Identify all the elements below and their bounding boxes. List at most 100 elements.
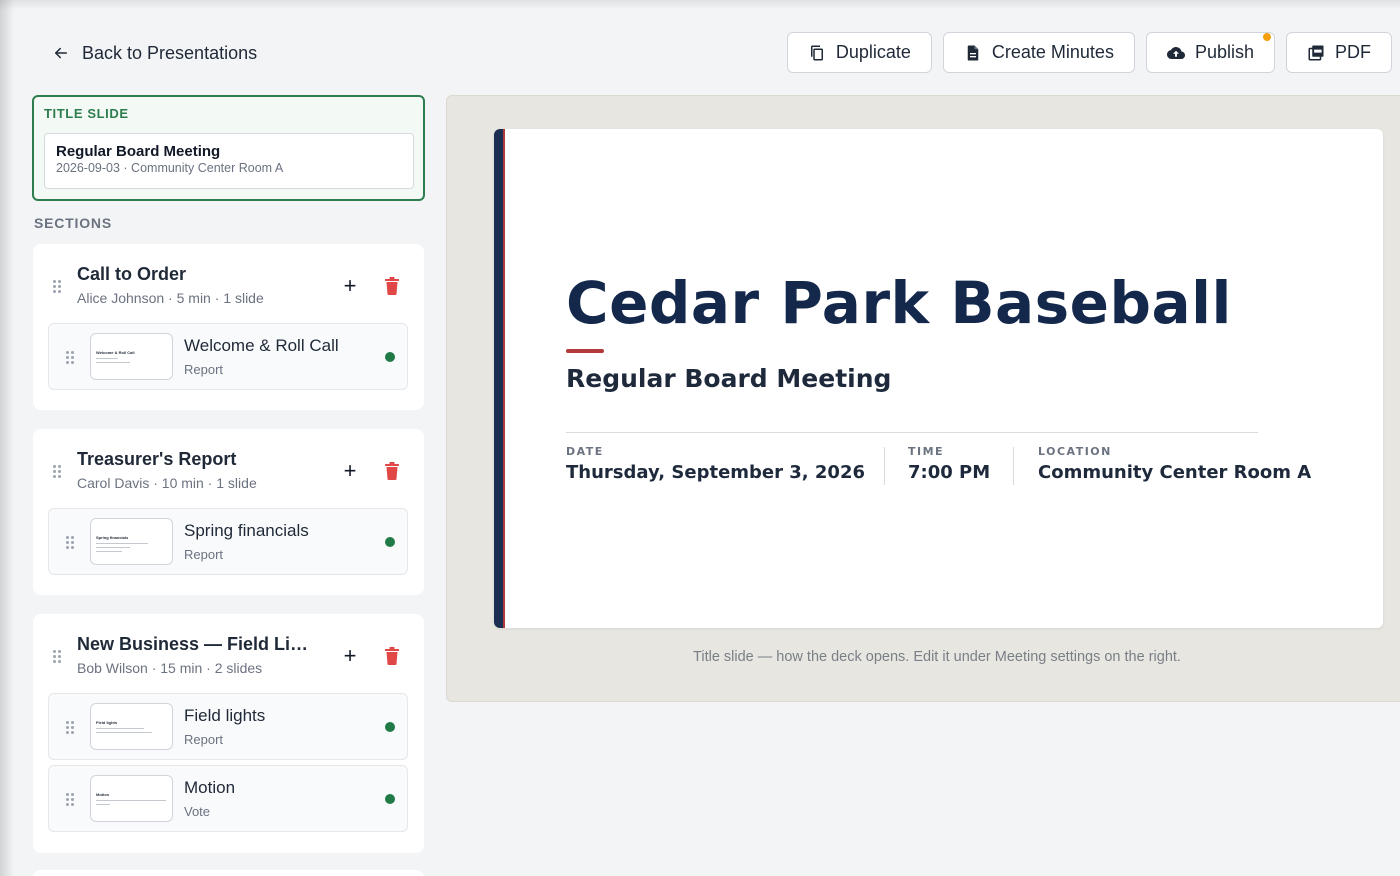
- cloud-upload-icon: [1166, 46, 1185, 59]
- drag-handle-icon[interactable]: [66, 536, 74, 549]
- title-slide-subtitle: 2026-09-03 · Community Center Room A: [56, 161, 284, 175]
- thumbnail-line: [96, 547, 130, 548]
- thumbnail-title: Spring financials: [96, 535, 129, 540]
- thumbnail-title: Welcome & Roll Call: [96, 350, 135, 355]
- slide-title: Spring financials: [184, 521, 309, 540]
- status-dot: [385, 352, 395, 362]
- publish-button[interactable]: Publish: [1145, 32, 1275, 73]
- title-slide-card[interactable]: TITLE SLIDE Regular Board Meeting 2026-0…: [32, 95, 425, 201]
- section-title[interactable]: New Business — Field Lights: [77, 634, 317, 655]
- section-card-new-business: New Business — Field Lights Bob Wilson ·…: [33, 614, 424, 853]
- drag-handle-icon[interactable]: [53, 465, 61, 478]
- section-title[interactable]: Call to Order: [77, 264, 317, 285]
- status-dot: [385, 722, 395, 732]
- title-slide-title: Regular Board Meeting: [56, 143, 221, 160]
- heading-underline: [566, 349, 604, 353]
- thumbnail-line: [96, 728, 144, 729]
- toolbar: Duplicate Create Minutes Publish PDF: [786, 32, 1392, 73]
- section-header: Call to Order Alice Johnson · 5 min · 1 …: [33, 244, 424, 324]
- section-meta: Carol Davis · 10 min · 1 slide: [77, 475, 257, 491]
- publish-label: Publish: [1194, 42, 1254, 62]
- thumbnail-line: [96, 732, 152, 733]
- status-dot: [385, 537, 395, 547]
- slide-thumbnail: Motion: [90, 775, 173, 822]
- info-separator: [1013, 447, 1014, 485]
- slide-item[interactable]: Welcome & Roll Call Welcome & Roll Call …: [48, 323, 408, 390]
- trash-icon[interactable]: [384, 462, 400, 480]
- trash-icon[interactable]: [384, 647, 400, 665]
- document-icon: [967, 45, 979, 60]
- back-to-presentations-link[interactable]: Back to Presentations: [52, 40, 257, 66]
- sections-heading: SECTIONS: [34, 215, 112, 231]
- slide-type: Report: [184, 362, 224, 377]
- pdf-button[interactable]: PDF: [1286, 32, 1392, 73]
- location-value: Community Center Room A: [1038, 462, 1312, 483]
- thumbnail-line: [96, 800, 166, 801]
- drag-handle-icon[interactable]: [66, 721, 74, 734]
- drag-handle-icon[interactable]: [66, 351, 74, 364]
- add-slide-button[interactable]: +: [339, 645, 361, 668]
- date-info: DATE Thursday, September 3, 2026: [566, 445, 865, 483]
- slide-accent-stripe: [503, 129, 505, 628]
- arrow-left-icon: [55, 47, 67, 59]
- drag-handle-icon[interactable]: [53, 650, 61, 663]
- thumbnail-line: [96, 543, 148, 544]
- date-label: DATE: [566, 445, 604, 458]
- date-value: Thursday, September 3, 2026: [566, 462, 866, 483]
- title-slide-canvas: Cedar Park Baseball Regular Board Meetin…: [494, 129, 1383, 628]
- slide-subheading: Regular Board Meeting: [566, 364, 892, 393]
- preview-caption: Title slide — how the deck opens. Edit i…: [693, 649, 1181, 665]
- thumbnail-title: Field lights: [96, 720, 118, 725]
- section-title[interactable]: Treasurer's Report: [77, 449, 317, 470]
- slide-title: Field lights: [184, 706, 266, 725]
- slide-type: Vote: [184, 804, 211, 819]
- location-label: LOCATION: [1038, 445, 1112, 458]
- status-dot: [385, 794, 395, 804]
- time-info: TIME 7:00 PM: [908, 445, 990, 483]
- drag-handle-icon[interactable]: [53, 280, 61, 293]
- section-meta: Alice Johnson · 5 min · 1 slide: [77, 290, 264, 306]
- create-minutes-button[interactable]: Create Minutes: [942, 32, 1135, 73]
- title-slide-preview: Regular Board Meeting 2026-09-03 · Commu…: [44, 133, 414, 189]
- next-section-card: [33, 870, 424, 876]
- slide-item[interactable]: Spring financials Spring financials Repo…: [48, 508, 408, 575]
- title-slide-label: TITLE SLIDE: [44, 106, 129, 121]
- pdf-icon: [1308, 45, 1324, 60]
- thumbnail-line: [96, 362, 130, 363]
- info-separator: [884, 447, 885, 485]
- thumbnail-line: [96, 804, 110, 805]
- section-card-call-to-order: Call to Order Alice Johnson · 5 min · 1 …: [33, 244, 424, 410]
- thumbnail-title: Motion: [96, 792, 110, 797]
- slide-type: Report: [184, 547, 224, 562]
- section-card-treasurers-report: Treasurer's Report Carol Davis · 10 min …: [33, 429, 424, 595]
- add-slide-button[interactable]: +: [339, 275, 361, 298]
- slide-item[interactable]: Field lights Field lights Report: [48, 693, 408, 760]
- slide-title: Motion: [184, 778, 236, 797]
- duplicate-button[interactable]: Duplicate: [786, 32, 932, 73]
- time-label: TIME: [908, 445, 945, 458]
- slide-accent-bar: [494, 129, 503, 628]
- time-value: 7:00 PM: [908, 462, 991, 483]
- add-slide-button[interactable]: +: [339, 460, 361, 483]
- info-divider: [566, 432, 1258, 433]
- drag-handle-icon[interactable]: [66, 793, 74, 806]
- slide-thumbnail: Field lights: [90, 703, 173, 750]
- duplicate-label: Duplicate: [835, 42, 911, 62]
- slide-preview-panel: Cedar Park Baseball Regular Board Meetin…: [446, 95, 1400, 702]
- create-minutes-label: Create Minutes: [991, 42, 1114, 62]
- slide-title: Welcome & Roll Call: [184, 336, 339, 355]
- slide-thumbnail: Welcome & Roll Call: [90, 333, 173, 380]
- slide-type: Report: [184, 732, 224, 747]
- thumbnail-line: [96, 551, 122, 552]
- slide-item[interactable]: Motion Motion Vote: [48, 765, 408, 832]
- window-edge-shadow: [0, 0, 14, 876]
- copy-icon: [810, 45, 823, 60]
- section-header: Treasurer's Report Carol Davis · 10 min …: [33, 429, 424, 509]
- slide-thumbnail: Spring financials: [90, 518, 173, 565]
- publish-notification-dot: [1263, 33, 1271, 41]
- slide-heading: Cedar Park Baseball: [566, 269, 1232, 337]
- back-link-label: Back to Presentations: [82, 42, 258, 63]
- window-top-shadow: [0, 0, 1400, 10]
- section-meta: Bob Wilson · 15 min · 2 slides: [77, 660, 263, 676]
- trash-icon[interactable]: [384, 277, 400, 295]
